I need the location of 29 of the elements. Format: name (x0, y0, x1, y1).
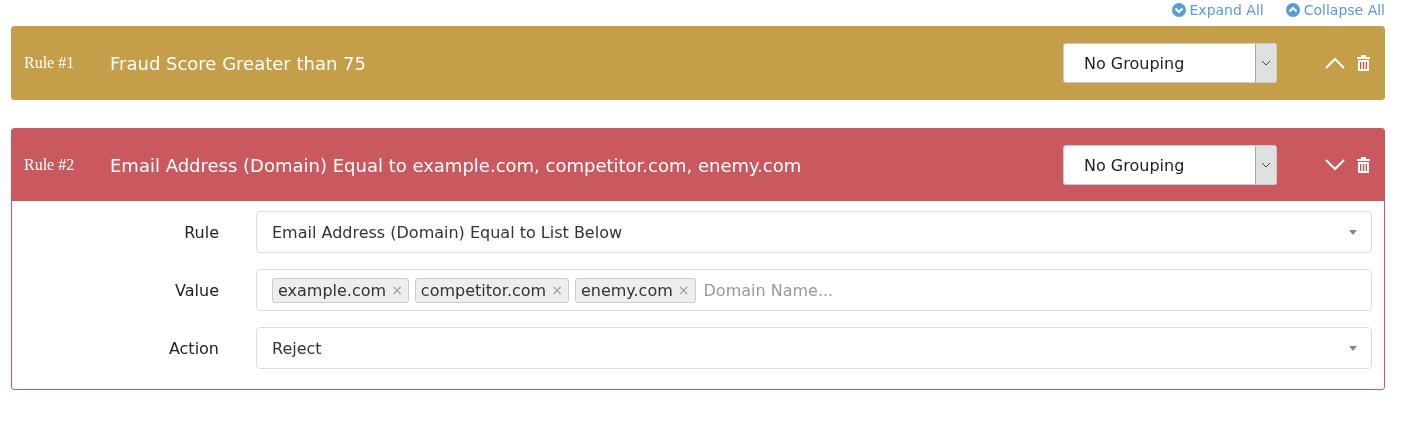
tag: competitor.com × (414, 277, 569, 303)
field-label: Rule (183, 222, 219, 242)
tag-input-field[interactable]: example.com × competitor.com × enemy.com × Domain Name... (256, 269, 1372, 311)
rule-title: Email Address (Domain) Equal to example.com, competitor.com, enemy.com (110, 154, 803, 176)
chevron-down-icon (1262, 60, 1270, 66)
delete-button[interactable] (1357, 55, 1370, 71)
field-label: Value (174, 280, 219, 300)
rule-number: Rule #1 (24, 54, 76, 72)
expand-button[interactable] (1325, 57, 1345, 69)
caret-icon (1349, 345, 1357, 351)
tag: enemy.com × (574, 277, 696, 303)
rule-number: Rule #2 (24, 156, 76, 174)
collapse-button[interactable] (1325, 159, 1345, 171)
collapse-icon (1285, 3, 1300, 17)
tag: example.com × (272, 277, 409, 303)
caret-icon (1349, 229, 1357, 235)
grouping-select[interactable]: No Grouping (1063, 145, 1277, 185)
grouping-select[interactable]: No Grouping (1063, 43, 1277, 83)
field-label: Action (167, 338, 219, 358)
trash-icon (1357, 157, 1370, 173)
rule-title: Fraud Score Greater than 75 (110, 52, 367, 74)
chevron-up-icon (1325, 57, 1345, 69)
select-field[interactable]: Reject (256, 327, 1372, 369)
select-field[interactable]: Email Address (Domain) Equal to List Below (256, 211, 1372, 253)
expand-icon (1171, 3, 1186, 17)
chevron-down-icon (1325, 159, 1345, 171)
trash-icon (1357, 55, 1370, 71)
delete-button[interactable] (1357, 157, 1370, 173)
chevron-down-icon (1262, 162, 1270, 168)
